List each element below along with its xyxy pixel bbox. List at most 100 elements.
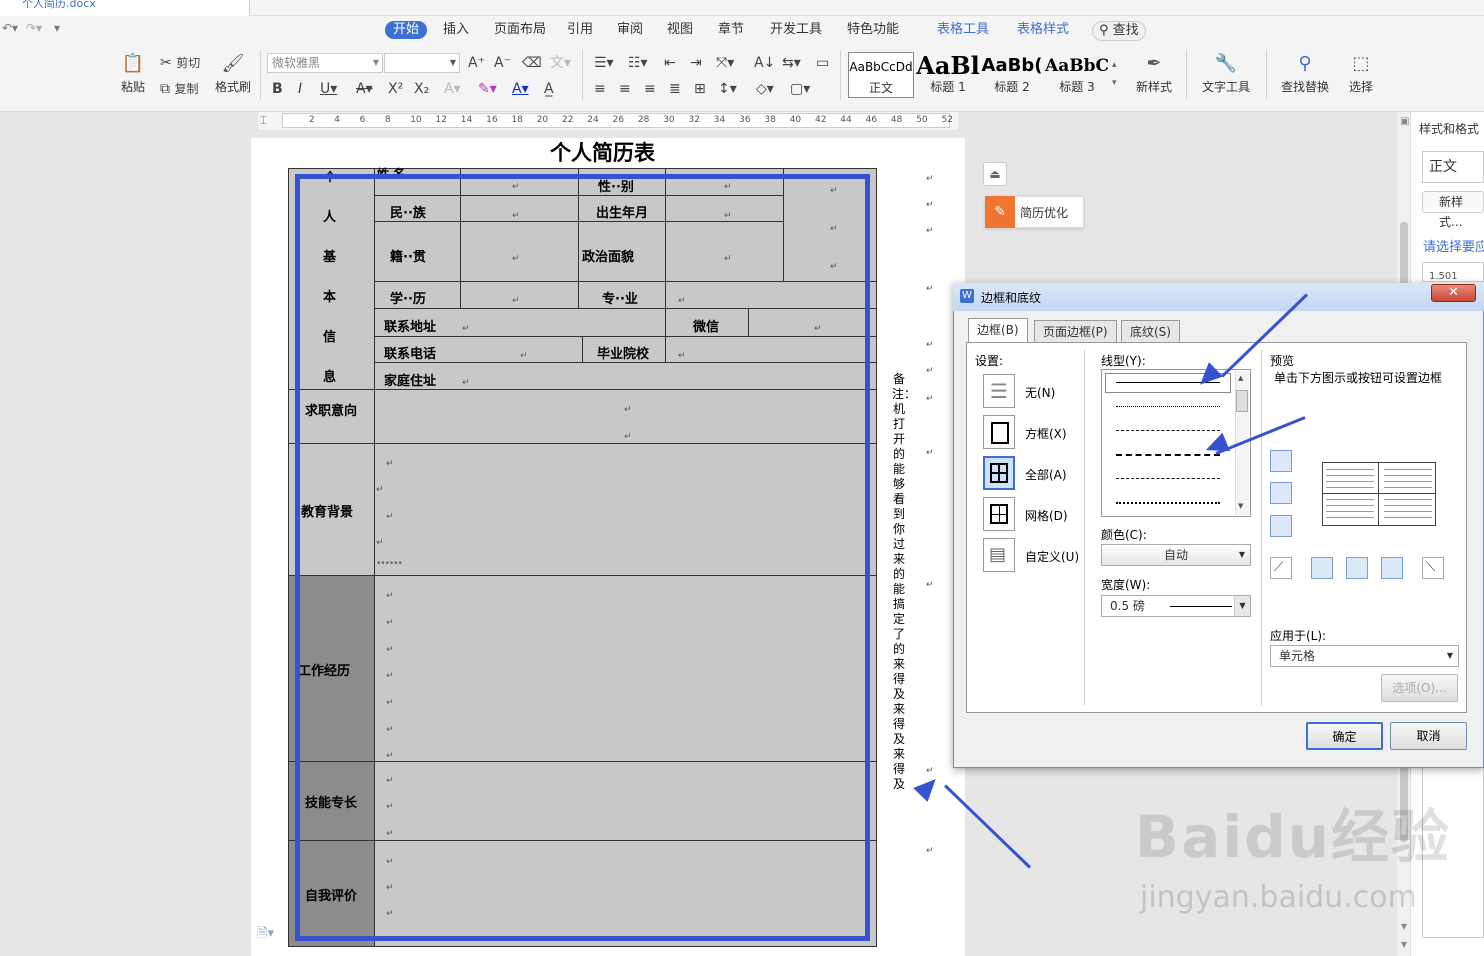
- undo-icon[interactable]: ↶▾: [2, 21, 18, 35]
- underline-icon[interactable]: U▾: [320, 80, 337, 98]
- tab-table-style[interactable]: 表格样式: [1017, 21, 1069, 39]
- quick-access-icon[interactable]: ▾: [54, 21, 60, 35]
- char-border-icon[interactable]: A̲: [544, 80, 554, 98]
- scroll-up-icon[interactable]: ▲: [1238, 374, 1243, 382]
- align-center-icon[interactable]: ≡: [619, 80, 631, 98]
- tab-page-layout[interactable]: 页面布局: [494, 21, 546, 39]
- italic-icon[interactable]: I: [298, 80, 302, 98]
- right-border-button[interactable]: [1381, 557, 1403, 579]
- strikethrough-icon[interactable]: A▾: [356, 80, 373, 98]
- numbering-icon[interactable]: ☷▾: [628, 54, 648, 72]
- text-tools-button[interactable]: 🔧 文字工具: [1194, 52, 1258, 95]
- bullets-icon[interactable]: ☰▾: [594, 54, 614, 72]
- format-painter-button[interactable]: 🖌 格式刷: [213, 52, 253, 95]
- file-tab[interactable]: 个人简历.docx: [0, 0, 250, 16]
- ok-button[interactable]: 确定: [1306, 722, 1383, 750]
- line-style-dotted[interactable]: [1116, 406, 1220, 407]
- tab-view[interactable]: 视图: [667, 21, 693, 39]
- setting-none-button[interactable]: ☰: [983, 374, 1015, 408]
- style-heading-2[interactable]: AaBb(标题 2: [980, 52, 1044, 98]
- diagonal-up-button[interactable]: ⟍: [1422, 557, 1444, 579]
- copy-button[interactable]: ⧉ 复制: [160, 80, 198, 98]
- find-replace-button[interactable]: ⚲ 查找替换: [1274, 52, 1336, 95]
- sort-icon[interactable]: A↓: [754, 54, 775, 72]
- setting-custom-button[interactable]: ▤: [983, 538, 1015, 572]
- line-style-dashed[interactable]: [1116, 430, 1220, 431]
- show-marks-icon[interactable]: ⇆▾: [782, 54, 801, 72]
- setting-grid-button[interactable]: [983, 497, 1015, 531]
- shrink-font-icon[interactable]: A⁻: [494, 54, 511, 72]
- inside-vertical-button[interactable]: [1346, 557, 1368, 579]
- style-gallery-scroll-icon[interactable]: ▴ ▾: [1112, 56, 1117, 92]
- new-style-button[interactable]: ✒ 新样式: [1128, 52, 1180, 95]
- select-button[interactable]: ⬚ 选择: [1340, 52, 1382, 95]
- text-direction-icon[interactable]: ⤧▾: [716, 54, 734, 72]
- tab-features[interactable]: 特色功能: [847, 21, 899, 39]
- align-left-icon[interactable]: ≡: [594, 80, 606, 98]
- distribute-icon[interactable]: ⊞: [694, 80, 706, 98]
- inside-horizontal-button[interactable]: [1270, 482, 1292, 504]
- style-heading-1[interactable]: AaBl 标题 1: [916, 52, 980, 98]
- tab-developer[interactable]: 开发工具: [770, 21, 822, 39]
- cancel-button[interactable]: 取消: [1390, 722, 1467, 750]
- redo-icon[interactable]: ↷▾: [26, 21, 42, 35]
- left-border-button[interactable]: [1311, 557, 1333, 579]
- ruler-toggle-icon[interactable]: ⌶: [260, 114, 267, 128]
- close-icon[interactable]: ✕: [1431, 284, 1476, 302]
- cut-button[interactable]: ✂ 剪切: [160, 54, 200, 72]
- paste-button[interactable]: 📋 粘贴: [114, 52, 152, 95]
- font-color-icon[interactable]: A▾: [512, 80, 529, 98]
- text-effect-icon[interactable]: A▾: [444, 80, 461, 98]
- scroll-down-icon[interactable]: ▼: [1401, 940, 1407, 949]
- line-style-dash-dot[interactable]: [1116, 478, 1220, 479]
- grow-font-icon[interactable]: A⁺: [468, 54, 485, 72]
- style-list[interactable]: 1.501: [1422, 262, 1484, 282]
- top-border-button[interactable]: [1270, 450, 1292, 472]
- highlight-icon[interactable]: ✎▾: [478, 80, 497, 98]
- setting-box-button[interactable]: [983, 415, 1015, 449]
- line-style-long-dash[interactable]: [1116, 454, 1220, 456]
- page-nav-icon[interactable]: 🗎▾: [257, 924, 274, 946]
- tab-page-borders[interactable]: 页面边框(P): [1034, 320, 1117, 342]
- setting-all-button[interactable]: [983, 456, 1015, 490]
- style-heading-3[interactable]: AaBbC 标题 3: [1044, 52, 1110, 98]
- tab-review[interactable]: 审阅: [617, 21, 643, 39]
- phonetic-icon[interactable]: 文▾: [550, 54, 571, 72]
- search-box[interactable]: ⚲ 查找: [1092, 21, 1146, 41]
- shading-icon[interactable]: ◇▾: [756, 80, 774, 98]
- diagonal-down-button[interactable]: ⟋: [1270, 557, 1292, 579]
- tab-start[interactable]: 开始: [385, 21, 428, 39]
- scroll-down-icon[interactable]: ▼: [1238, 502, 1243, 510]
- scrollbar-thumb[interactable]: [1236, 390, 1248, 412]
- tab-shading[interactable]: 底纹(S): [1121, 320, 1180, 342]
- superscript-icon[interactable]: X²: [388, 80, 403, 98]
- new-style-panel-button[interactable]: 新样式...: [1422, 191, 1484, 229]
- color-select[interactable]: 自动 ▼: [1101, 544, 1251, 566]
- tab-references[interactable]: 引用: [567, 21, 593, 39]
- current-style-box[interactable]: 正文: [1422, 151, 1484, 183]
- subscript-icon[interactable]: X₂: [414, 80, 429, 98]
- borders-icon[interactable]: ▢▾: [790, 80, 810, 98]
- apply-to-select[interactable]: 单元格 ▼: [1270, 645, 1459, 667]
- line-style-dash-dot-dot[interactable]: [1116, 502, 1220, 504]
- width-select[interactable]: 0.5 磅 ▼: [1101, 595, 1251, 617]
- tab-table-tools[interactable]: 表格工具: [937, 21, 989, 39]
- font-name-select[interactable]: 微软雅黑 ▼: [267, 53, 383, 73]
- panel-pin-icon[interactable]: ▣: [1400, 116, 1409, 127]
- align-right-icon[interactable]: ≡: [644, 80, 656, 98]
- bottom-border-button[interactable]: [1270, 515, 1292, 537]
- clear-format-icon[interactable]: ⌫: [522, 54, 542, 72]
- tab-chapter[interactable]: 章节: [718, 21, 744, 39]
- collapse-icon[interactable]: ⏏: [983, 162, 1007, 186]
- decrease-indent-icon[interactable]: ⇤: [664, 54, 676, 72]
- increase-indent-icon[interactable]: ⇥: [690, 54, 702, 72]
- justify-icon[interactable]: ≣: [669, 80, 681, 98]
- table-icon[interactable]: ▭: [816, 54, 829, 72]
- options-button[interactable]: 选项(O)...: [1381, 674, 1458, 702]
- tab-borders[interactable]: 边框(B): [968, 318, 1028, 343]
- line-spacing-icon[interactable]: ↕▾: [718, 80, 737, 98]
- tab-insert[interactable]: 插入: [443, 21, 469, 39]
- bold-icon[interactable]: B: [272, 80, 283, 98]
- font-size-select[interactable]: ▼: [384, 53, 460, 73]
- style-normal[interactable]: AaBbCcDd 正文: [848, 52, 914, 98]
